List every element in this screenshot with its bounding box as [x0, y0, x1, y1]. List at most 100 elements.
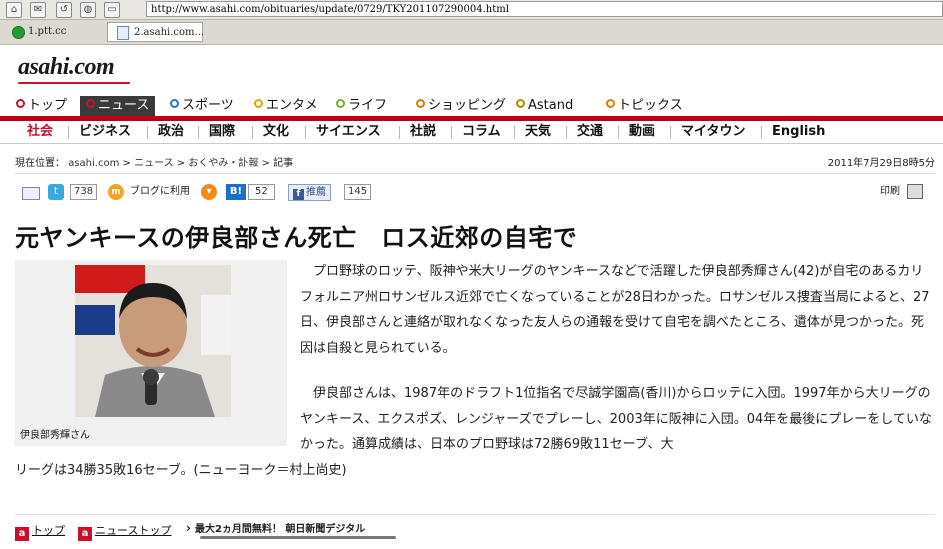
- facebook-count: 145: [344, 184, 372, 200]
- subnav-traffic[interactable]: 交通: [577, 121, 603, 143]
- subnav-weather[interactable]: 天気: [525, 121, 551, 143]
- subnav-politics[interactable]: 政治: [158, 121, 184, 143]
- nav-sports[interactable]: スポーツ: [170, 96, 234, 116]
- subnav-business[interactable]: ビジネス: [79, 121, 131, 143]
- twitter-count: 738: [70, 184, 98, 200]
- article-paragraph: 伊良部さんは、1987年のドラフト1位指名で尽誠学園高(香川)からロッテに入団。…: [300, 386, 932, 452]
- digital-promo-banner[interactable]: › 最大2ヵ月間無料！ 朝日新聞デジタル: [186, 520, 365, 535]
- breadcrumb-separator: >: [261, 158, 270, 169]
- hatena-count-value: 52: [248, 184, 275, 200]
- blog-arrow-icon[interactable]: ▾: [201, 184, 217, 200]
- nav-label: トピックス: [618, 98, 683, 113]
- history-icon[interactable]: ↺: [56, 2, 72, 18]
- asahi-a-icon: a: [78, 527, 92, 541]
- subnav-editorial[interactable]: 社説: [410, 121, 436, 143]
- divider: [15, 173, 935, 174]
- nav-label: エンタメ: [266, 98, 318, 113]
- promo-underline: [200, 536, 396, 539]
- asahi-a-icon: a: [15, 527, 29, 541]
- breadcrumb-separator: >: [176, 158, 186, 169]
- tab-label: 2.asahi.com...: [134, 27, 205, 38]
- portrait-image: [75, 265, 231, 417]
- nav-astand[interactable]: Astand: [516, 96, 573, 116]
- ring-icon: [416, 99, 425, 108]
- browser-toolbar: ⌂ ✉ ↺ ◍ ▭ http://www.asahi.com/obituarie…: [0, 0, 943, 20]
- article-paragraph: プロ野球のロッテ、阪神や米大リーグのヤンキースなどで活躍した伊良部秀輝さん(42…: [300, 264, 930, 356]
- subnav-culture[interactable]: 文化: [263, 121, 289, 143]
- footer-news-top-link[interactable]: a ニューストップ: [78, 522, 171, 541]
- subnav-column[interactable]: コラム: [462, 121, 501, 143]
- address-bar[interactable]: http://www.asahi.com/obituaries/update/0…: [146, 1, 943, 17]
- mail-icon[interactable]: ✉: [30, 2, 46, 18]
- globe-icon[interactable]: ◍: [80, 2, 96, 18]
- ring-icon: [606, 99, 615, 108]
- nav-label: ショッピング: [428, 98, 507, 113]
- ring-icon: [336, 99, 345, 108]
- subnav-english[interactable]: English: [772, 121, 825, 143]
- breadcrumb-prefix: 現在位置：: [15, 158, 65, 169]
- footer-link-label: トップ: [32, 524, 65, 537]
- article-photo[interactable]: [75, 265, 231, 417]
- subnav-video[interactable]: 動画: [629, 121, 655, 143]
- twitter-count-value: 738: [70, 184, 98, 200]
- breadcrumb-item[interactable]: asahi.com: [68, 158, 119, 169]
- ring-icon: [516, 99, 525, 108]
- ring-icon: [254, 99, 263, 108]
- main-nav: トップ ニュース スポーツ エンタメ ライフ ショッピング Astand トピッ…: [0, 96, 943, 116]
- sub-nav: 社会 ビジネス 政治 国際 文化 サイエンス 社説 コラム 天気 交通 動画 マ…: [0, 121, 943, 144]
- facebook-icon: f: [293, 189, 304, 200]
- nav-entame[interactable]: エンタメ: [254, 96, 318, 116]
- breadcrumb-item: 記事: [273, 158, 294, 169]
- chevron-right-icon: ›: [186, 521, 191, 535]
- nav-topics[interactable]: トピックス: [606, 96, 683, 116]
- breadcrumb-separator: >: [122, 158, 131, 169]
- nav-label: ニュース: [98, 98, 150, 113]
- nav-shopping[interactable]: ショッピング: [416, 96, 506, 116]
- photo-caption: 伊良部秀輝さん: [20, 430, 90, 441]
- twitter-icon[interactable]: t: [48, 184, 64, 200]
- print-link[interactable]: 印刷: [880, 182, 900, 197]
- browser-tab-asahi[interactable]: 2.asahi.com...: [107, 22, 205, 42]
- nav-top[interactable]: トップ: [16, 96, 67, 116]
- hatena-count: 52: [248, 184, 275, 200]
- print-icon[interactable]: [907, 184, 923, 199]
- subnav-international[interactable]: 国際: [209, 121, 235, 143]
- footer-link-label: ニューストップ: [95, 524, 172, 537]
- footer-top-link[interactable]: a トップ: [15, 522, 65, 541]
- facebook-count-value: 145: [344, 184, 372, 200]
- browser-tab-bar: 1.ptt.cc 2.asahi.com...: [0, 20, 943, 45]
- article-datetime: 2011年7月29日8時5分: [827, 158, 935, 169]
- ring-icon: [16, 99, 25, 108]
- subnav-science[interactable]: サイエンス: [316, 121, 381, 143]
- site-logo[interactable]: asahi.com: [18, 54, 115, 81]
- home-icon[interactable]: ⌂: [6, 2, 22, 18]
- promo-text: 最大2ヵ月間無料！ 朝日新聞デジタル: [194, 524, 366, 535]
- logo-underline: [18, 82, 130, 84]
- nav-life[interactable]: ライフ: [336, 96, 387, 116]
- facebook-recommend-button[interactable]: f 推薦: [288, 184, 331, 201]
- breadcrumb-item[interactable]: おくやみ・訃報: [188, 158, 258, 169]
- breadcrumb-item[interactable]: ニュース: [134, 158, 174, 169]
- nav-label: Astand: [528, 98, 574, 113]
- ring-icon: [86, 99, 95, 108]
- nav-label: スポーツ: [182, 98, 234, 113]
- blog-icon[interactable]: m: [108, 184, 124, 200]
- page-icon: [117, 26, 129, 40]
- divider: [15, 514, 935, 515]
- favicon-icon: [12, 26, 25, 39]
- blog-link[interactable]: ブログに利用: [130, 184, 190, 200]
- article-paragraph: リーグは34勝35敗16セーブ。(ニューヨーク＝村上尚史): [15, 463, 347, 478]
- nav-label: トップ: [28, 98, 68, 113]
- breadcrumb: 現在位置： asahi.com > ニュース > おくやみ・訃報 > 記事: [15, 154, 293, 169]
- nav-label: ライフ: [348, 98, 388, 113]
- subnav-shakai[interactable]: 社会: [27, 121, 53, 143]
- subnav-mytown[interactable]: マイタウン: [681, 121, 745, 143]
- hatena-bookmark-icon[interactable]: B!: [226, 184, 246, 200]
- window-icon[interactable]: ▭: [104, 2, 120, 18]
- tab-label: 1.ptt.cc: [28, 26, 67, 37]
- ring-icon: [170, 99, 179, 108]
- nav-news[interactable]: ニュース: [80, 96, 156, 116]
- browser-tab-ptt[interactable]: 1.ptt.cc: [4, 22, 102, 42]
- mail-share-icon[interactable]: [22, 187, 40, 200]
- facebook-label: 推薦: [306, 187, 326, 198]
